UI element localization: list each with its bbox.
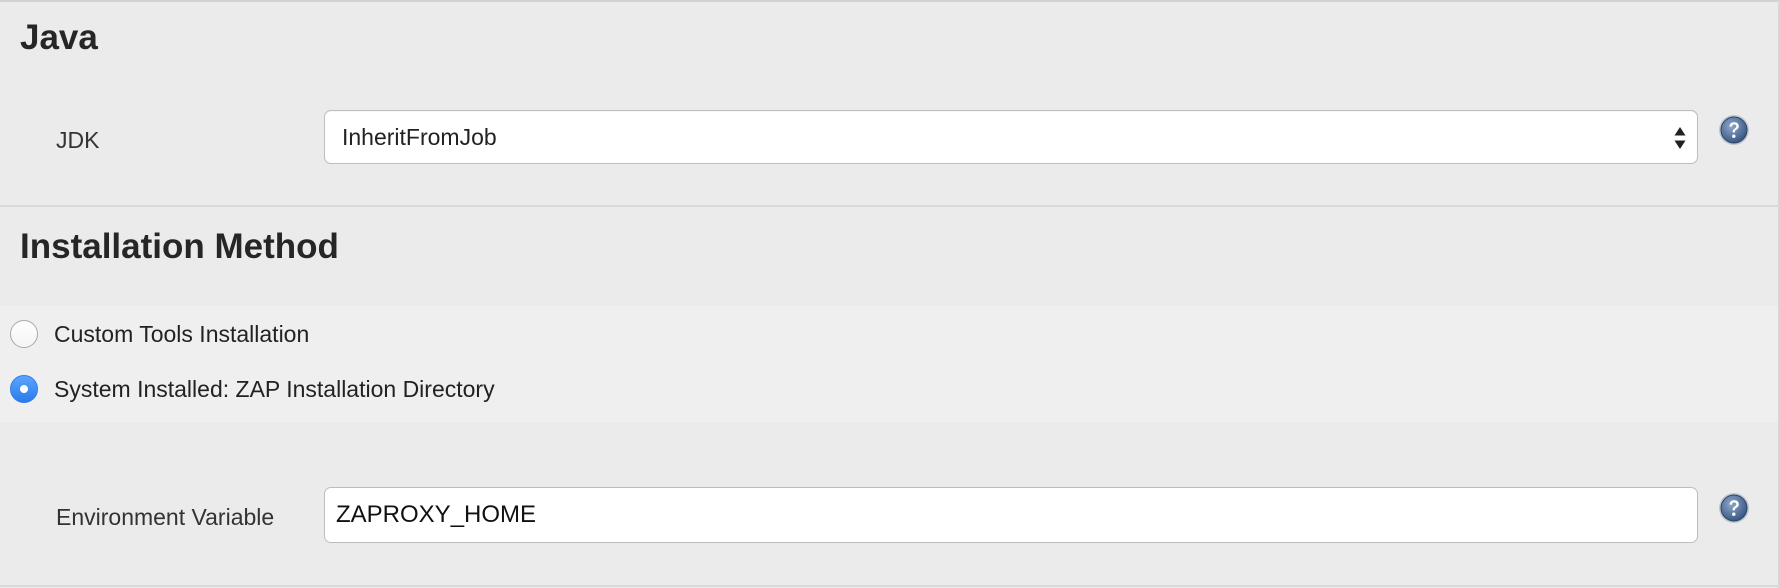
bottom-divider	[0, 585, 1780, 587]
jdk-help-icon[interactable]	[1718, 114, 1750, 146]
jdk-select[interactable]: InheritFromJob	[324, 110, 1698, 164]
jdk-select-value: InheritFromJob	[342, 124, 497, 150]
custom-tools-radio[interactable]	[10, 320, 38, 348]
custom-tools-installation-option[interactable]: Custom Tools Installation	[10, 316, 309, 352]
java-section-title: Java	[20, 18, 98, 57]
environment-variable-input[interactable]	[324, 487, 1698, 543]
system-installed-radio[interactable]	[10, 375, 38, 403]
environment-variable-help-icon[interactable]	[1718, 492, 1750, 524]
up-down-arrows-icon	[1674, 127, 1686, 149]
system-installed-option[interactable]: System Installed: ZAP Installation Direc…	[10, 371, 495, 407]
jdk-label: JDK	[56, 127, 100, 153]
section-divider	[0, 205, 1780, 207]
top-border	[0, 0, 1780, 2]
installation-method-title: Installation Method	[20, 227, 339, 266]
environment-variable-label: Environment Variable	[56, 504, 275, 530]
custom-tools-label: Custom Tools Installation	[54, 320, 310, 347]
system-installed-label: System Installed: ZAP Installation Direc…	[54, 375, 495, 402]
